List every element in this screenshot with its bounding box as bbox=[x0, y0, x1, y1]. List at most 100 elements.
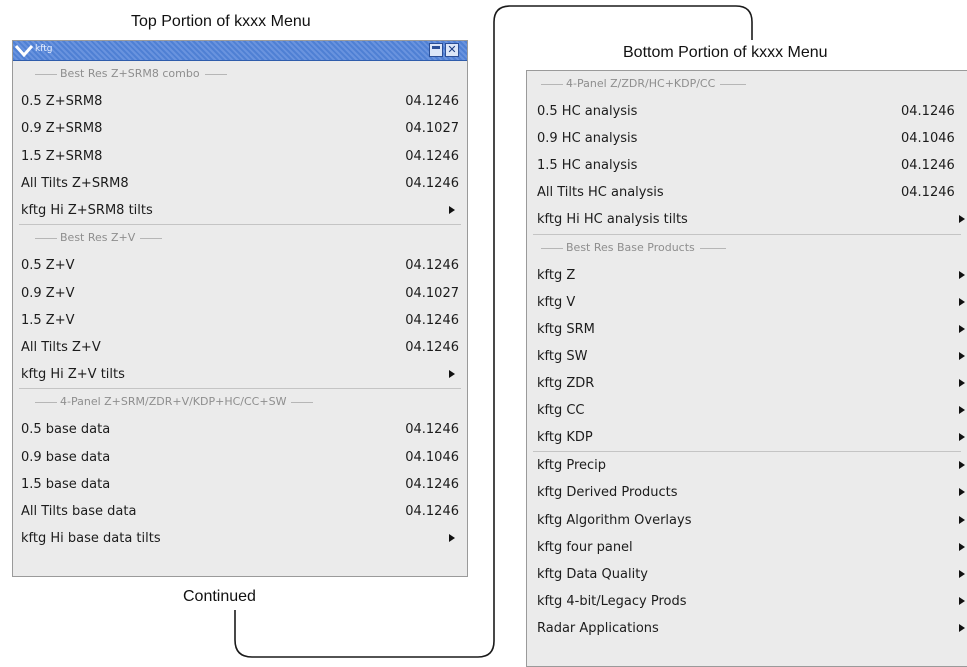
menu-item-version: 04.1246 bbox=[405, 476, 459, 492]
menu-item-kftg-4-bit-legacy-prods[interactable]: kftg 4-bit/Legacy Prods bbox=[527, 588, 967, 615]
menu-item-0-5-base-data[interactable]: 0.5 base data 04.1246 bbox=[13, 416, 467, 443]
menu-item-kftg-algorithm-overlays[interactable]: kftg Algorithm Overlays bbox=[527, 507, 967, 534]
submenu-arrow-icon bbox=[959, 596, 965, 605]
menu-item-0-5-z-v[interactable]: 0.5 Z+V 04.1246 bbox=[13, 252, 467, 279]
menu-item-all-tilts-z-v[interactable]: All Tilts Z+V 04.1246 bbox=[13, 334, 467, 361]
menu-item-label: kftg Derived Products bbox=[537, 485, 678, 501]
menu-item-all-tilts-z-srm8[interactable]: All Tilts Z+SRM8 04.1246 bbox=[13, 170, 467, 197]
submenu-arrow-icon bbox=[959, 297, 965, 306]
menu-item-label: kftg 4-bit/Legacy Prods bbox=[537, 593, 687, 609]
close-icon[interactable]: ✕ bbox=[445, 43, 459, 57]
menu-item-label: 0.5 Z+SRM8 bbox=[21, 94, 103, 110]
window-icon[interactable] bbox=[429, 43, 443, 57]
menu-item-all-tilts-base-data[interactable]: All Tilts base data 04.1246 bbox=[13, 498, 467, 525]
chevron-down-icon[interactable] bbox=[14, 41, 34, 60]
menu-item-label: 1.5 HC analysis bbox=[537, 158, 638, 174]
menu-item-label: kftg SW bbox=[537, 348, 588, 364]
menu-item-label: kftg Precip bbox=[537, 458, 607, 474]
menu-item-version: 04.1246 bbox=[901, 158, 955, 174]
menu-item-0-5-hc-analysis[interactable]: 0.5 HC analysis 04.1246 bbox=[527, 98, 967, 125]
menu-item-version: 04.1246 bbox=[901, 185, 955, 201]
menu-item-label: kftg CC bbox=[537, 403, 585, 419]
header-rule-right bbox=[291, 402, 313, 404]
menu-item-kftg-derived-products[interactable]: kftg Derived Products bbox=[527, 479, 967, 506]
section-header-text: Best Res Base Products bbox=[563, 240, 698, 254]
menu-item-version: 04.1046 bbox=[405, 449, 459, 465]
menu-item-label: kftg Data Quality bbox=[537, 566, 648, 582]
menu-item-all-tilts-hc-analysis[interactable]: All Tilts HC analysis 04.1246 bbox=[527, 179, 967, 206]
menu-item-radar-applications[interactable]: Radar Applications bbox=[527, 615, 967, 642]
submenu-arrow-icon bbox=[449, 370, 455, 379]
menu-item-1-5-hc-analysis[interactable]: 1.5 HC analysis 04.1246 bbox=[527, 152, 967, 179]
menu-item-label: 0.5 Z+V bbox=[21, 258, 75, 274]
menu-item-kftg-data-quality[interactable]: kftg Data Quality bbox=[527, 561, 967, 588]
menu-item-kftg-srm[interactable]: kftg SRM bbox=[527, 316, 967, 343]
menu-item-1-5-z-v[interactable]: 1.5 Z+V 04.1246 bbox=[13, 307, 467, 334]
menu-item-kftg-z[interactable]: kftg Z bbox=[527, 262, 967, 289]
header-rule-right bbox=[205, 74, 227, 75]
menu-item-label: kftg Algorithm Overlays bbox=[537, 512, 692, 528]
menu-item-kftg-hi-z-srm8-tilts[interactable]: kftg Hi Z+SRM8 tilts bbox=[13, 197, 467, 224]
menu-item-label: kftg ZDR bbox=[537, 376, 595, 392]
menu-item-version: 04.1246 bbox=[405, 258, 459, 274]
menu-item-0-9-base-data[interactable]: 0.9 base data 04.1046 bbox=[13, 444, 467, 471]
section-header: Best Res Z+V bbox=[13, 225, 467, 252]
submenu-arrow-icon bbox=[449, 534, 455, 543]
menu-item-label: kftg SRM bbox=[537, 321, 595, 337]
menu-item-kftg-precip[interactable]: kftg Precip bbox=[527, 452, 967, 479]
menu-item-version: 04.1246 bbox=[405, 148, 459, 164]
menu-item-kftg-four-panel[interactable]: kftg four panel bbox=[527, 534, 967, 561]
menu-item-label: 0.9 HC analysis bbox=[537, 131, 638, 147]
submenu-arrow-icon bbox=[959, 215, 965, 224]
menu-item-0-9-z-v[interactable]: 0.9 Z+V 04.1027 bbox=[13, 280, 467, 307]
submenu-arrow-icon bbox=[959, 379, 965, 388]
menu-item-0-5-z-srm8[interactable]: 0.5 Z+SRM8 04.1246 bbox=[13, 88, 467, 115]
menu-item-version: 04.1246 bbox=[405, 312, 459, 328]
top-menu-list: Best Res Z+SRM8 combo 0.5 Z+SRM8 04.1246 0.… bbox=[13, 61, 467, 552]
submenu-arrow-icon bbox=[959, 488, 965, 497]
menu-item-1-5-base-data[interactable]: 1.5 base data 04.1246 bbox=[13, 471, 467, 498]
menu-item-kftg-sw[interactable]: kftg SW bbox=[527, 343, 967, 370]
window-title: kftg bbox=[35, 44, 53, 54]
menu-item-kftg-cc[interactable]: kftg CC bbox=[527, 397, 967, 424]
section-header: 4-Panel Z+SRM/ZDR+V/KDP+HC/CC+SW bbox=[13, 389, 467, 416]
menu-item-0-9-hc-analysis[interactable]: 0.9 HC analysis 04.1046 bbox=[527, 125, 967, 152]
menu-item-label: kftg four panel bbox=[537, 539, 633, 555]
menu-item-label: All Tilts base data bbox=[21, 504, 137, 519]
window-titlebar[interactable]: kftg ✕ bbox=[13, 41, 467, 61]
header-rule-left bbox=[541, 84, 563, 85]
section-header: 4-Panel Z/ZDR/HC+KDP/CC bbox=[527, 71, 967, 98]
menu-item-kftg-hi-z-v-tilts[interactable]: kftg Hi Z+V tilts bbox=[13, 361, 467, 388]
menu-item-label: kftg Hi Z+V tilts bbox=[21, 367, 125, 383]
menu-item-kftg-v[interactable]: kftg V bbox=[527, 289, 967, 316]
menu-item-kftg-hi-hc-analysis-tilts[interactable]: kftg Hi HC analysis tilts bbox=[527, 206, 967, 233]
menu-item-label: kftg KDP bbox=[537, 430, 593, 446]
submenu-arrow-icon bbox=[959, 569, 965, 578]
menu-item-label: All Tilts HC analysis bbox=[537, 185, 664, 201]
submenu-arrow-icon bbox=[959, 351, 965, 360]
menu-item-0-9-z-srm8[interactable]: 0.9 Z+SRM8 04.1027 bbox=[13, 115, 467, 142]
menu-item-version: 04.1027 bbox=[405, 121, 459, 137]
menu-item-label: 1.5 Z+SRM8 bbox=[21, 148, 103, 164]
section-header-text: 4-Panel Z/ZDR/HC+KDP/CC bbox=[563, 77, 719, 90]
menu-item-kftg-zdr[interactable]: kftg ZDR bbox=[527, 370, 967, 397]
menu-item-label: Radar Applications bbox=[537, 620, 659, 636]
submenu-arrow-icon bbox=[959, 406, 965, 415]
menu-item-label: 0.5 HC analysis bbox=[537, 104, 638, 120]
menu-item-1-5-z-srm8[interactable]: 1.5 Z+SRM8 04.1246 bbox=[13, 143, 467, 170]
menu-item-label: kftg Hi HC analysis tilts bbox=[537, 212, 688, 228]
submenu-arrow-icon bbox=[449, 205, 455, 214]
header-rule-right bbox=[140, 238, 162, 240]
menu-item-label: kftg Z bbox=[537, 267, 576, 283]
header-rule-left bbox=[35, 238, 57, 240]
menu-item-kftg-kdp[interactable]: kftg KDP bbox=[527, 424, 967, 451]
header-rule-left bbox=[35, 402, 57, 404]
menu-item-label: All Tilts Z+V bbox=[21, 339, 101, 355]
menu-item-label: 0.9 Z+V bbox=[21, 285, 75, 301]
bottom-menu-list: 4-Panel Z/ZDR/HC+KDP/CC 0.5 HC analysis 04… bbox=[527, 71, 967, 642]
submenu-arrow-icon bbox=[959, 324, 965, 333]
menu-item-version: 04.1246 bbox=[405, 175, 459, 191]
header-rule-right bbox=[720, 84, 746, 85]
menu-item-label: 0.5 base data bbox=[21, 422, 111, 438]
menu-item-kftg-hi-base-data-tilts[interactable]: kftg Hi base data tilts bbox=[13, 525, 467, 552]
